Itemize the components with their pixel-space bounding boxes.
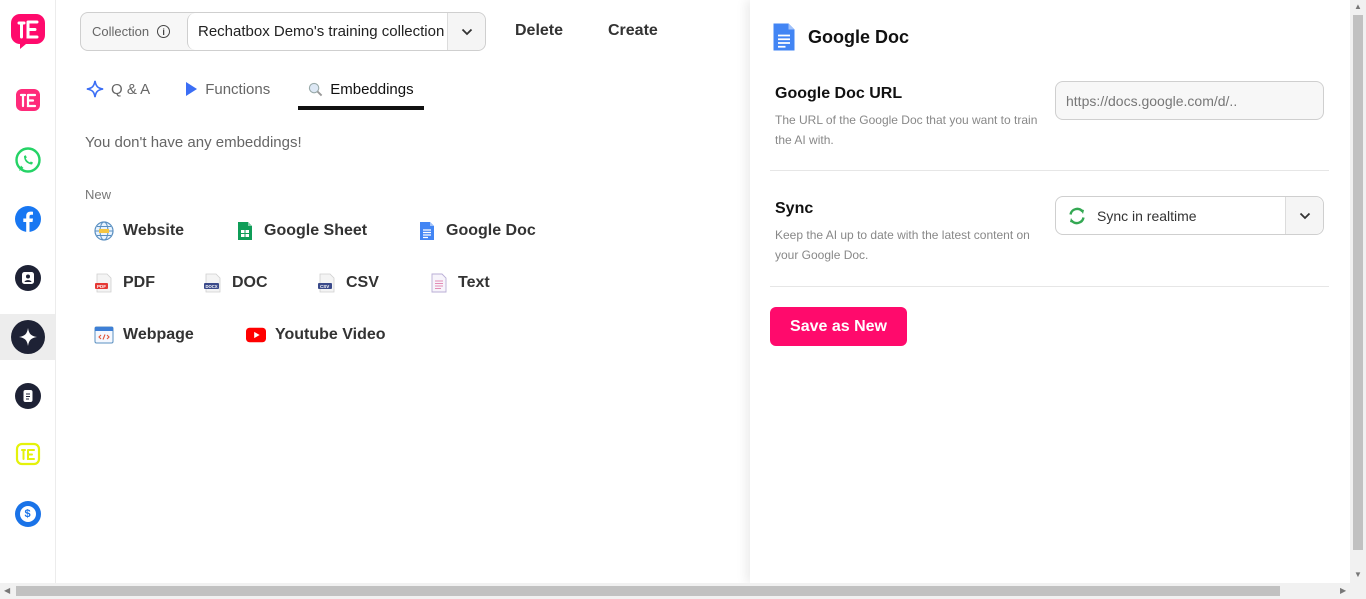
contacts-icon <box>14 265 41 291</box>
vertical-scrollbar[interactable]: ▲ ▼ <box>1350 0 1366 583</box>
sidebar-item-whatsapp[interactable] <box>0 137 55 183</box>
new-pdf-button[interactable]: PDF PDF <box>94 273 155 293</box>
play-icon <box>186 82 198 96</box>
google-doc-icon <box>773 23 795 51</box>
sidebar-item-contacts[interactable] <box>0 255 55 301</box>
sidebar-item-billing[interactable]: $ <box>0 491 55 537</box>
vertical-scroll-thumb[interactable] <box>1353 15 1363 550</box>
whatsapp-icon <box>14 147 41 173</box>
left-sidebar: $ <box>0 0 56 583</box>
sparkle-icon <box>86 80 104 98</box>
tab-embeddings[interactable]: Embeddings <box>298 72 424 110</box>
delete-button[interactable]: Delete <box>515 22 563 40</box>
url-field-description: The URL of the Google Doc that you want … <box>775 113 1038 147</box>
facebook-icon <box>14 206 41 232</box>
new-website-button[interactable]: Website <box>94 221 184 241</box>
sync-field-description: Keep the AI up to date with the latest c… <box>775 228 1030 262</box>
chevron-down-icon[interactable] <box>1285 197 1323 234</box>
rechatbox-logo-icon <box>10 14 45 49</box>
scroll-left-icon[interactable]: ◀ <box>4 586 10 595</box>
website-globe-icon <box>94 221 114 241</box>
new-csv-button[interactable]: CSV CSV <box>317 273 379 293</box>
tab-functions[interactable]: Functions <box>178 72 276 106</box>
scroll-down-icon[interactable]: ▼ <box>1354 570 1362 579</box>
google-sheet-icon <box>235 221 255 241</box>
tab-bar: Q & A Functions Embeddings <box>80 72 446 112</box>
billing-dollar-icon: $ <box>14 501 41 527</box>
collection-select[interactable]: Rechatbox Demo's training collection <box>187 13 485 50</box>
collection-value: Rechatbox Demo's training collection <box>198 23 445 40</box>
sidebar-item-rechatbox[interactable] <box>0 78 55 124</box>
sync-field-label: Sync <box>775 200 814 217</box>
divider <box>770 286 1329 287</box>
svg-text:CSV: CSV <box>320 284 329 289</box>
collection-picker: Collection i Rechatbox Demo's training c… <box>80 12 486 51</box>
empty-embeddings-message: You don't have any embeddings! <box>85 134 302 151</box>
google-doc-panel: Google Doc Google Doc URL The URL of the… <box>750 0 1350 583</box>
csv-file-icon: CSV <box>317 273 337 293</box>
pdf-file-icon: PDF <box>94 273 114 293</box>
scroll-right-icon[interactable]: ▶ <box>1340 586 1346 595</box>
sidebar-item-ai[interactable] <box>0 314 55 360</box>
sidebar-item-facebook[interactable] <box>0 196 55 242</box>
rechatbox-yellow-icon <box>15 442 40 466</box>
doc-file-icon: DOCX <box>203 273 223 293</box>
url-field-label: Google Doc URL <box>775 85 903 102</box>
google-doc-icon <box>417 221 437 241</box>
collection-label: Collection i <box>81 13 187 50</box>
text-file-icon <box>429 273 449 293</box>
horizontal-scrollbar[interactable]: ◀ ▶ <box>0 583 1366 599</box>
google-doc-url-input[interactable] <box>1055 81 1324 120</box>
rechatbox-logo[interactable] <box>0 8 55 54</box>
ai-sparkle-icon <box>10 320 45 354</box>
create-button[interactable]: Create <box>608 22 658 40</box>
panel-title: Google Doc <box>772 22 909 52</box>
divider <box>770 170 1329 171</box>
new-text-button[interactable]: Text <box>429 273 490 293</box>
sync-refresh-icon <box>1069 207 1085 224</box>
new-google-doc-button[interactable]: Google Doc <box>417 221 536 241</box>
youtube-icon <box>246 325 266 345</box>
sidebar-item-documents[interactable] <box>0 373 55 419</box>
main-content: Collection i Rechatbox Demo's training c… <box>56 0 750 583</box>
new-google-sheet-button[interactable]: Google Sheet <box>235 221 367 241</box>
rechatbox-icon <box>15 89 40 111</box>
webpage-code-icon <box>94 325 114 345</box>
svg-text:DOCX: DOCX <box>206 284 218 289</box>
tab-qa[interactable]: Q & A <box>80 72 156 106</box>
info-icon[interactable]: i <box>157 25 171 38</box>
new-webpage-button[interactable]: Webpage <box>94 325 194 345</box>
sidebar-item-rechatbox-alt[interactable] <box>0 432 55 478</box>
new-section-label: New <box>85 187 112 202</box>
sync-select[interactable]: Sync in realtime <box>1055 196 1324 235</box>
scroll-up-icon[interactable]: ▲ <box>1354 2 1362 11</box>
horizontal-scroll-thumb[interactable] <box>16 586 1280 596</box>
document-icon <box>14 383 41 409</box>
new-doc-button[interactable]: DOCX DOC <box>203 273 268 293</box>
svg-text:PDF: PDF <box>97 284 106 289</box>
new-youtube-video-button[interactable]: Youtube Video <box>246 325 386 345</box>
sync-value: Sync in realtime <box>1097 207 1197 224</box>
save-as-new-button[interactable]: Save as New <box>770 307 907 346</box>
chevron-down-icon[interactable] <box>447 13 485 50</box>
search-icon <box>309 82 323 96</box>
